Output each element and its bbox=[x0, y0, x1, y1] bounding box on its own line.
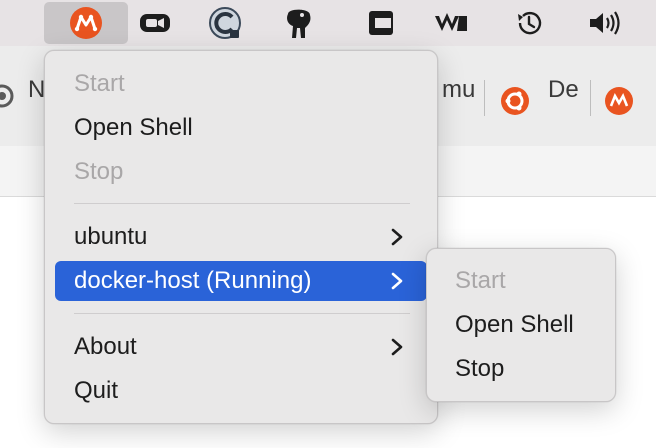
menu-item-docker-host[interactable]: docker-host (Running) bbox=[55, 261, 427, 301]
volume-icon[interactable] bbox=[586, 4, 624, 42]
menu-item-start: Start bbox=[74, 70, 125, 97]
menu-bar bbox=[0, 0, 656, 46]
menu-divider bbox=[74, 203, 410, 204]
time-machine-icon[interactable] bbox=[510, 4, 548, 42]
webflow-icon[interactable] bbox=[432, 4, 470, 42]
codepen-icon[interactable] bbox=[362, 4, 400, 42]
docker-host-submenu: Start Open Shell Stop bbox=[426, 248, 616, 402]
chevron-right-icon bbox=[391, 338, 403, 356]
submenu-item-stop[interactable]: Stop bbox=[437, 349, 605, 389]
chevron-right-icon bbox=[391, 228, 403, 246]
ccleaner-icon[interactable] bbox=[206, 4, 244, 42]
zoom-icon[interactable] bbox=[136, 4, 174, 42]
menu-item-open-shell[interactable]: Open Shell bbox=[55, 108, 427, 148]
multipass-icon[interactable] bbox=[44, 2, 128, 44]
tab-separator bbox=[590, 80, 591, 116]
menu-item-about[interactable]: About bbox=[55, 327, 427, 367]
chevron-right-icon bbox=[391, 272, 403, 290]
menu-item-quit[interactable]: Quit bbox=[55, 371, 427, 411]
multipass-menu: Start Open Shell Stop ubuntu docker-host… bbox=[44, 50, 438, 424]
browser-tab-label[interactable]: mu bbox=[442, 76, 475, 104]
tab-separator bbox=[484, 80, 485, 116]
submenu-item-open-shell[interactable]: Open Shell bbox=[437, 305, 605, 345]
postgres-elephant-icon[interactable] bbox=[280, 4, 318, 42]
menu-item-stop: Stop bbox=[74, 158, 124, 185]
multipass-tab-icon bbox=[604, 86, 634, 121]
browser-tab-label[interactable]: De bbox=[548, 76, 579, 104]
menu-item-ubuntu[interactable]: ubuntu bbox=[55, 217, 427, 257]
ubuntu-icon bbox=[500, 86, 530, 121]
browser-tab-label[interactable]: N bbox=[28, 76, 45, 104]
submenu-item-start: Start bbox=[455, 267, 506, 294]
chrome-icon bbox=[0, 84, 14, 113]
menu-divider bbox=[74, 313, 410, 314]
